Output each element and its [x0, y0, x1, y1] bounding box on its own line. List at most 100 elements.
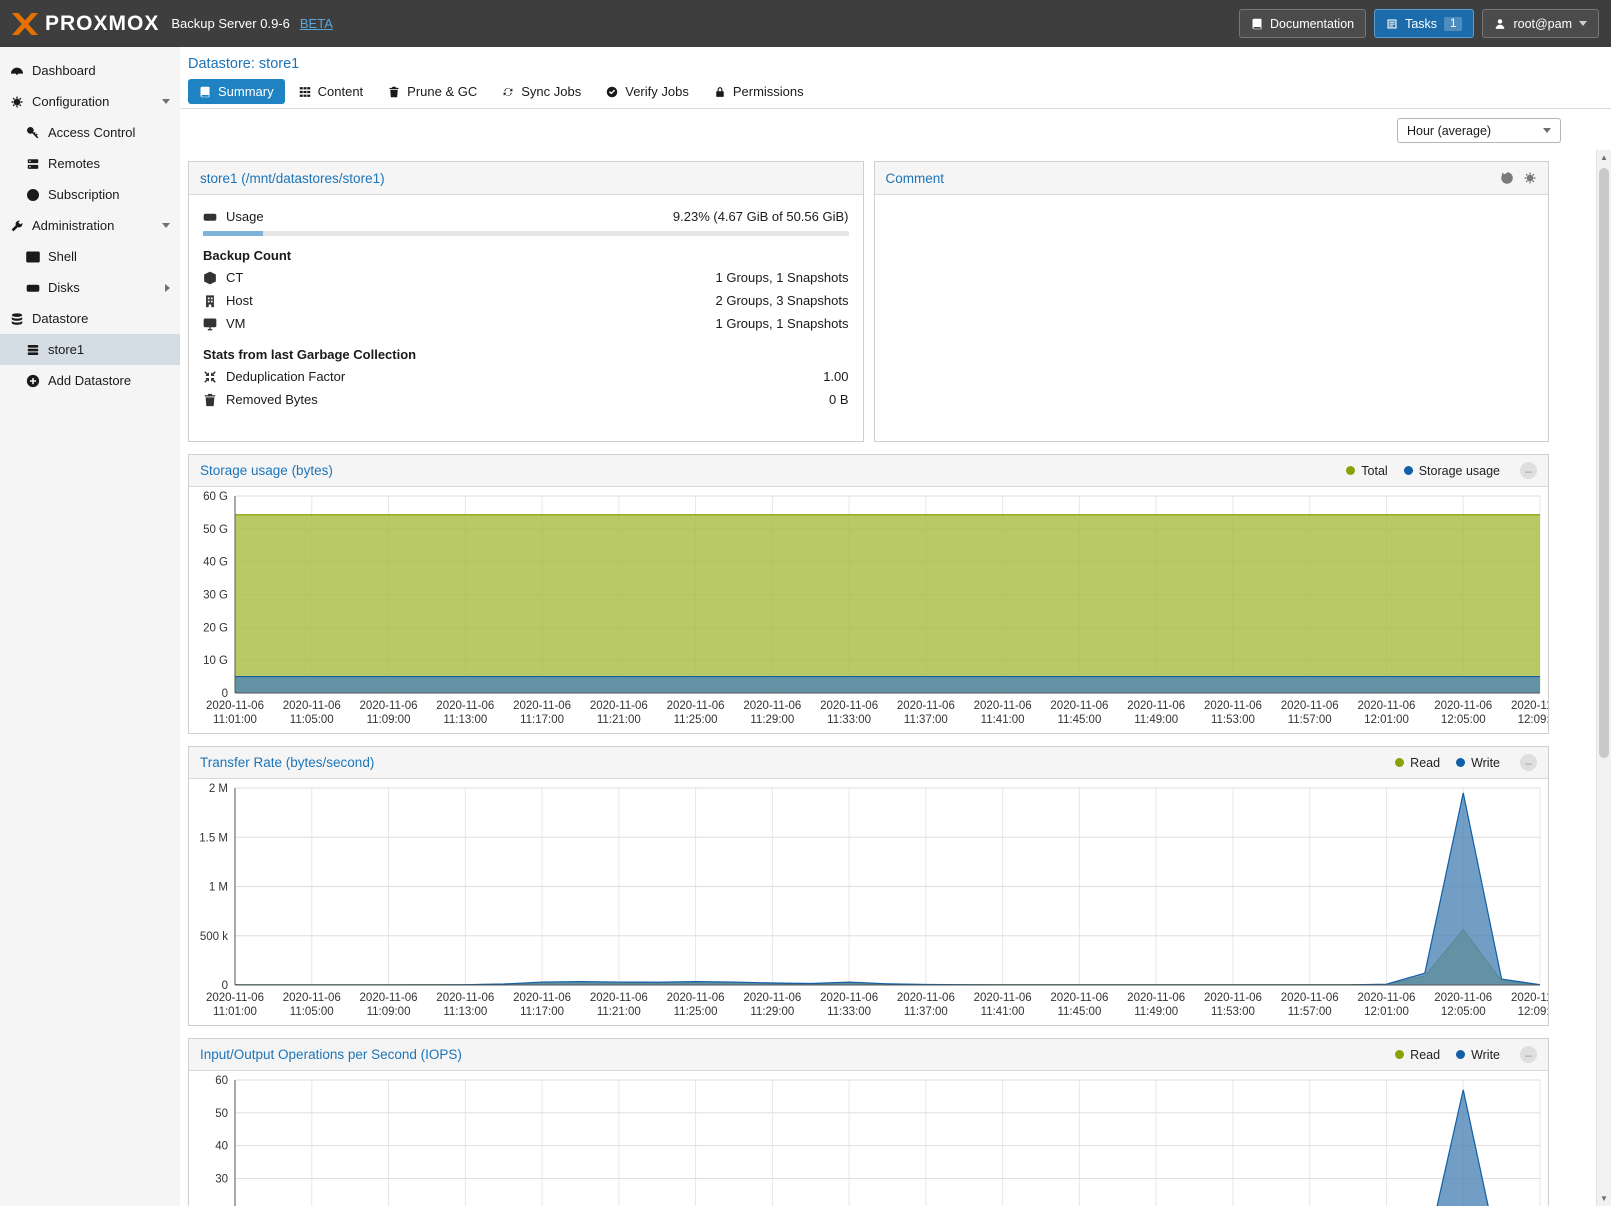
- sidebar-item-administration[interactable]: Administration: [0, 210, 180, 241]
- scroll-up-arrow-icon[interactable]: ▲: [1597, 150, 1611, 165]
- documentation-button[interactable]: Documentation: [1239, 9, 1366, 38]
- user-menu-label: root@pam: [1513, 17, 1572, 31]
- gear-icon[interactable]: [1523, 171, 1537, 185]
- svg-text:11:25:00: 11:25:00: [674, 1006, 718, 1018]
- svg-text:11:49:00: 11:49:00: [1134, 714, 1178, 726]
- terminal-icon: [26, 250, 40, 264]
- vm-value: 1 Groups, 1 Snapshots: [716, 316, 849, 331]
- page-title: Datastore: store1: [180, 47, 1611, 77]
- dedup-value: 1.00: [823, 369, 848, 384]
- user-menu-button[interactable]: root@pam: [1482, 9, 1599, 38]
- svg-text:60 G: 60 G: [203, 491, 228, 503]
- svg-text:11:25:00: 11:25:00: [674, 714, 718, 726]
- svg-text:2020-11-06: 2020-11-06: [283, 992, 341, 1004]
- sidebar-item-add-datastore[interactable]: Add Datastore: [0, 365, 180, 396]
- sidebar-item-subscription[interactable]: Subscription: [0, 179, 180, 210]
- svg-text:2020-11-06: 2020-11-06: [1204, 700, 1262, 712]
- legend-item-storage-usage[interactable]: Storage usage: [1404, 464, 1500, 478]
- sidebar-item-label: Subscription: [48, 187, 120, 202]
- svg-text:11:21:00: 11:21:00: [597, 1006, 641, 1018]
- svg-text:11:29:00: 11:29:00: [750, 1006, 794, 1018]
- tab-prune-gc[interactable]: Prune & GC: [377, 79, 488, 104]
- svg-text:2020-11-06: 2020-11-06: [590, 700, 648, 712]
- sidebar-item-label: Dashboard: [32, 63, 96, 78]
- building-icon: [203, 294, 217, 308]
- storage-usage-chart: 010 G20 G30 G40 G50 G60 G2020-11-0611:01…: [189, 487, 1548, 733]
- svg-text:11:01:00: 11:01:00: [213, 714, 257, 726]
- legend-item-read[interactable]: Read: [1395, 1048, 1440, 1062]
- chevron-down-icon: [162, 223, 170, 228]
- svg-text:11:13:00: 11:13:00: [443, 714, 487, 726]
- ct-row: CT 1 Groups, 1 Snapshots: [203, 266, 849, 289]
- tab-verify-jobs[interactable]: Verify Jobs: [595, 79, 700, 104]
- compress-icon: [203, 370, 217, 384]
- svg-text:11:57:00: 11:57:00: [1288, 1006, 1332, 1018]
- legend-item-read[interactable]: Read: [1395, 756, 1440, 770]
- sidebar-item-remotes[interactable]: Remotes: [0, 148, 180, 179]
- tab-sync-jobs[interactable]: Sync Jobs: [491, 79, 592, 104]
- sidebar-item-shell[interactable]: Shell: [0, 241, 180, 272]
- sidebar-item-dashboard[interactable]: Dashboard: [0, 55, 180, 86]
- timeframe-select[interactable]: Hour (average): [1397, 118, 1561, 143]
- svg-text:11:33:00: 11:33:00: [827, 1006, 871, 1018]
- sidebar-item-label: Add Datastore: [48, 373, 131, 388]
- sidebar-item-store1[interactable]: store1: [0, 334, 180, 365]
- tab-permissions[interactable]: Permissions: [703, 79, 815, 104]
- svg-text:40: 40: [215, 1141, 228, 1153]
- sidebar: Dashboard Configuration Access Control R…: [0, 47, 180, 1206]
- svg-text:30: 30: [215, 1174, 228, 1186]
- svg-text:50 G: 50 G: [203, 524, 228, 536]
- svg-text:30 G: 30 G: [203, 590, 228, 602]
- sidebar-item-disks[interactable]: Disks: [0, 272, 180, 303]
- top-bar: PROXMOX Backup Server 0.9-6 BETA Documen…: [0, 0, 1611, 47]
- transfer-chart-legend: Read Write –: [1395, 754, 1537, 771]
- svg-text:2020-11-06: 2020-11-06: [1511, 700, 1548, 712]
- svg-text:11:53:00: 11:53:00: [1211, 714, 1255, 726]
- comment-content[interactable]: [875, 195, 1549, 441]
- grid-icon: [299, 86, 311, 98]
- collapse-icon[interactable]: –: [1520, 754, 1537, 771]
- svg-text:2020-11-06: 2020-11-06: [1357, 700, 1415, 712]
- beta-link[interactable]: BETA: [300, 16, 333, 31]
- removed-bytes-label: Removed Bytes: [226, 392, 318, 407]
- collapse-icon[interactable]: –: [1520, 1046, 1537, 1063]
- tab-content[interactable]: Content: [288, 79, 375, 104]
- collapse-icon[interactable]: –: [1520, 462, 1537, 479]
- task-list-icon: [1386, 18, 1398, 30]
- check-circle-icon: [606, 86, 618, 98]
- svg-text:2020-11-06: 2020-11-06: [1050, 700, 1108, 712]
- sidebar-item-datastore[interactable]: Datastore: [0, 303, 180, 334]
- legend-dot: [1404, 466, 1413, 475]
- legend-label: Read: [1410, 756, 1440, 770]
- sidebar-item-access-control[interactable]: Access Control: [0, 117, 180, 148]
- scrollbar-thumb[interactable]: [1599, 168, 1609, 758]
- tab-label: Content: [318, 84, 364, 99]
- iops-chart-title: Input/Output Operations per Second (IOPS…: [200, 1047, 462, 1062]
- legend-item-total[interactable]: Total: [1346, 464, 1387, 478]
- vm-row: VM 1 Groups, 1 Snapshots: [203, 312, 849, 335]
- key-icon: [26, 126, 40, 140]
- scroll-down-arrow-icon[interactable]: ▼: [1597, 1191, 1611, 1206]
- database-icon: [10, 312, 24, 326]
- tasks-button[interactable]: Tasks 1: [1374, 9, 1474, 38]
- svg-text:20 G: 20 G: [203, 622, 228, 634]
- svg-text:2020-11-06: 2020-11-06: [974, 992, 1032, 1004]
- revert-icon[interactable]: [1500, 171, 1514, 185]
- gauge-icon: [10, 64, 24, 78]
- tab-summary[interactable]: Summary: [188, 79, 285, 104]
- vertical-scrollbar[interactable]: ▲ ▼: [1596, 150, 1611, 1206]
- svg-text:2020-11-06: 2020-11-06: [1434, 700, 1492, 712]
- legend-item-write[interactable]: Write: [1456, 1048, 1500, 1062]
- legend-item-write[interactable]: Write: [1456, 756, 1500, 770]
- usage-value: 9.23% (4.67 GiB of 50.56 GiB): [673, 209, 849, 224]
- proxmox-logo[interactable]: PROXMOX: [12, 12, 159, 36]
- svg-text:11:53:00: 11:53:00: [1211, 1006, 1255, 1018]
- svg-text:2020-11-06: 2020-11-06: [436, 992, 494, 1004]
- svg-text:2020-11-06: 2020-11-06: [1511, 992, 1548, 1004]
- sidebar-item-configuration[interactable]: Configuration: [0, 86, 180, 117]
- svg-text:2020-11-06: 2020-11-06: [743, 700, 801, 712]
- layers-icon: [26, 343, 40, 357]
- iops-panel: Input/Output Operations per Second (IOPS…: [188, 1038, 1549, 1206]
- gears-icon: [10, 95, 24, 109]
- svg-text:2020-11-06: 2020-11-06: [590, 992, 648, 1004]
